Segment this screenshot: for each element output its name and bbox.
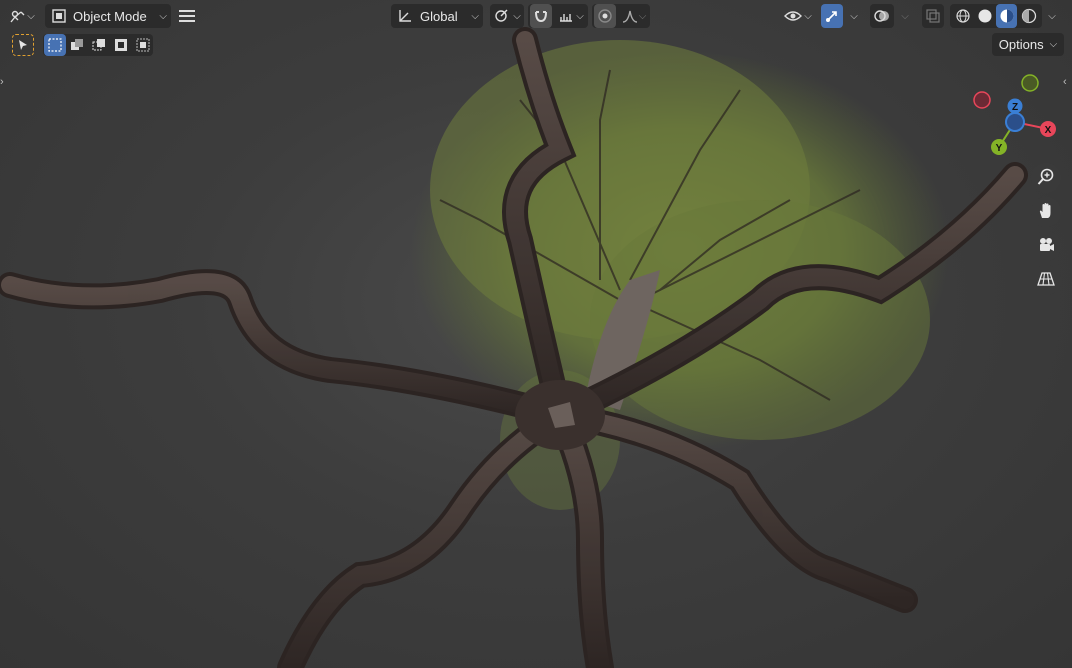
zoom-button[interactable] xyxy=(1031,163,1061,193)
shading-dropdown[interactable]: ⌵ xyxy=(1043,4,1061,28)
shading-material-icon xyxy=(999,8,1015,24)
select-intersect-button[interactable] xyxy=(132,34,154,56)
viewport-header: ⌵ Object Mode ⌵ Global ⌵ ⌵ ⌵ ⌵ ⌵ ⌵ ⌵ ⌵ xyxy=(0,0,1072,32)
chevron-down-icon: ⌵ xyxy=(27,10,35,22)
snap-increment-icon xyxy=(558,8,574,24)
overlays-dropdown[interactable]: ⌵ xyxy=(896,4,914,28)
gizmos-dropdown[interactable]: ⌵ xyxy=(845,4,863,28)
hand-pan-icon xyxy=(1037,202,1055,223)
camera-view-icon xyxy=(1037,236,1055,257)
chevron-down-icon: ⌵ xyxy=(513,10,521,22)
shading-rendered-button[interactable] xyxy=(1018,4,1039,28)
header-menu-button[interactable] xyxy=(176,4,198,28)
snap-toggle[interactable] xyxy=(530,4,552,28)
zoom-icon xyxy=(1037,168,1055,189)
gizmos-toggle[interactable] xyxy=(821,4,843,28)
select-extend-button[interactable] xyxy=(66,34,88,56)
orientation-label: Global xyxy=(420,8,458,24)
object-mode-icon xyxy=(51,8,67,24)
eye-visibility-icon xyxy=(784,9,803,23)
chevron-down-icon: ⌵ xyxy=(471,10,479,22)
perspective-toggle-button[interactable] xyxy=(1031,265,1061,295)
proportional-edit-toggle[interactable] xyxy=(594,4,616,28)
select-extend-icon xyxy=(70,38,84,52)
pivot-point-dropdown[interactable]: ⌵ xyxy=(490,4,524,28)
select-box-icon xyxy=(48,38,62,52)
chevron-down-icon: ⌵ xyxy=(159,10,167,22)
orientation-axes-icon xyxy=(396,8,414,24)
toolbar-expand-arrow-icon[interactable]: › xyxy=(0,76,4,88)
gizmo-neg-z-handle[interactable] xyxy=(1005,112,1025,132)
proportional-edit-icon xyxy=(597,8,613,24)
options-label: Options xyxy=(998,37,1044,52)
xray-icon xyxy=(925,8,941,24)
navigation-gizmo[interactable]: Z X Y xyxy=(964,68,1064,168)
chevron-down-icon: ⌵ xyxy=(901,10,909,22)
snap-target-dropdown[interactable]: ⌵ xyxy=(554,4,588,28)
view3d-icon xyxy=(9,8,27,24)
shading-solid-icon xyxy=(977,8,993,24)
gizmo-y-label: Y xyxy=(996,143,1003,154)
overlay-circles-icon xyxy=(873,8,891,24)
xray-toggle[interactable] xyxy=(922,4,944,28)
shading-solid-button[interactable] xyxy=(974,4,995,28)
mode-label: Object Mode xyxy=(73,8,147,24)
pivot-point-icon xyxy=(493,8,511,24)
mode-dropdown[interactable]: Object Mode ⌵ xyxy=(45,4,171,28)
editor-type-dropdown[interactable]: ⌵ xyxy=(4,4,40,28)
chevron-down-icon: ⌵ xyxy=(638,10,647,22)
camera-view-button[interactable] xyxy=(1031,231,1061,261)
gizmo-neg-x-handle[interactable] xyxy=(973,91,991,109)
snap-magnet-icon xyxy=(533,8,549,24)
overlays-toggle[interactable] xyxy=(870,4,894,28)
perspective-grid-icon xyxy=(1037,270,1055,291)
gizmo-neg-y-handle[interactable] xyxy=(1021,74,1039,92)
chevron-down-icon: ⌵ xyxy=(804,10,812,22)
hamburger-menu-icon xyxy=(179,9,195,23)
shading-wireframe-icon xyxy=(955,8,971,24)
select-invert-button[interactable] xyxy=(110,34,132,56)
shading-material-button[interactable] xyxy=(996,4,1017,28)
select-new-button[interactable] xyxy=(44,34,66,56)
chevron-down-icon: ⌵ xyxy=(1048,10,1056,22)
select-tool-button[interactable] xyxy=(12,34,34,56)
transform-orientation-dropdown[interactable]: Global ⌵ xyxy=(391,4,483,28)
visibility-dropdown[interactable]: ⌵ xyxy=(780,4,816,28)
viewport-3d-scene[interactable] xyxy=(0,0,1072,668)
options-dropdown[interactable]: Options ⌵ xyxy=(992,33,1064,56)
chevron-down-icon: ⌵ xyxy=(850,10,858,22)
chevron-down-icon: ⌵ xyxy=(576,10,584,22)
gizmo-x-label: X xyxy=(1045,125,1052,136)
select-invert-icon xyxy=(114,38,128,52)
cursor-arrow-icon xyxy=(17,39,29,51)
gizmo-toggle-icon xyxy=(824,8,840,24)
falloff-curve-icon xyxy=(622,8,638,24)
chevron-down-icon: ⌵ xyxy=(1049,39,1058,50)
shading-wireframe-button[interactable] xyxy=(952,4,973,28)
pan-button[interactable] xyxy=(1031,197,1061,227)
select-intersect-icon xyxy=(136,38,150,52)
select-subtract-icon xyxy=(92,38,106,52)
gizmo-z-label: Z xyxy=(1012,102,1018,113)
falloff-dropdown[interactable]: ⌵ xyxy=(618,4,650,28)
select-subtract-button[interactable] xyxy=(88,34,110,56)
shading-rendered-icon xyxy=(1021,8,1037,24)
